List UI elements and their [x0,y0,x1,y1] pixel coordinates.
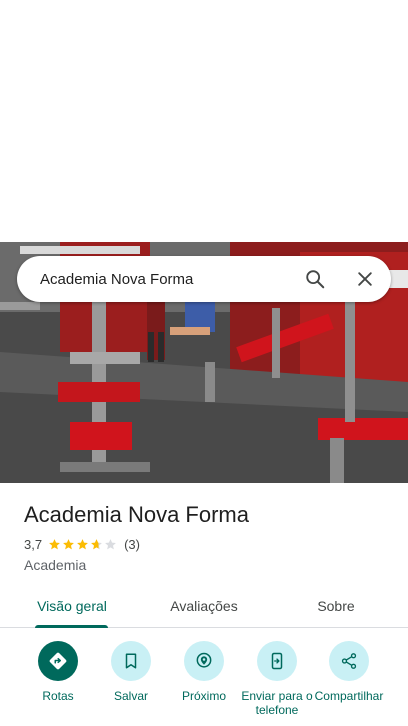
nearby-circle [184,641,224,681]
close-icon [358,272,372,286]
rating-row[interactable]: 3,7 (3) [24,536,140,552]
share-button[interactable]: Compartilhar [311,641,387,703]
directions-label: Rotas [42,689,74,703]
rating-value: 3,7 [24,536,43,552]
star-icon [49,538,60,549]
directions-circle [38,641,78,681]
save-circle [111,641,151,681]
save-label: Salvar [113,689,148,703]
save-button[interactable]: Salvar [93,641,169,703]
active-tab-indicator [35,625,108,628]
tab-bar: Visão geral Avaliações Sobre [0,584,408,628]
nearby-button[interactable]: Próximo [166,641,242,703]
nearby-label: Próximo [181,689,226,703]
share-label: Compartilhar [314,689,384,703]
bookmark-icon [125,653,137,669]
search-bar[interactable]: Academia Nova Forma [17,256,391,302]
action-bar: Rotas Salvar Próximo Enviar para o telef… [0,641,408,726]
share-circle [329,641,369,681]
send-to-phone-label: Enviar para o telefone [241,689,313,717]
star-icon [91,538,102,549]
close-button[interactable] [345,259,385,299]
search-button[interactable] [295,259,335,299]
nearby-icon [196,652,212,668]
share-icon [341,653,357,669]
send-to-phone-circle [257,641,297,681]
star-icon [77,538,88,549]
tab-reviews[interactable]: Avaliações [156,584,252,628]
review-count: (3) [124,536,140,552]
send-to-phone-icon [271,652,283,670]
place-title: Academia Nova Forma [24,502,249,527]
star-icon [63,538,74,549]
star-icon [105,538,116,549]
send-to-phone-button[interactable]: Enviar para o telefone [239,641,315,717]
tab-about[interactable]: Sobre [296,584,376,628]
search-icon [306,270,325,289]
place-category: Academia [24,557,87,573]
search-input[interactable]: Academia Nova Forma [40,271,295,288]
star-rating [48,538,118,551]
map-blank-area [0,0,408,242]
directions-button[interactable]: Rotas [20,641,96,703]
directions-icon [49,652,67,670]
tab-overview[interactable]: Visão geral [24,584,120,628]
